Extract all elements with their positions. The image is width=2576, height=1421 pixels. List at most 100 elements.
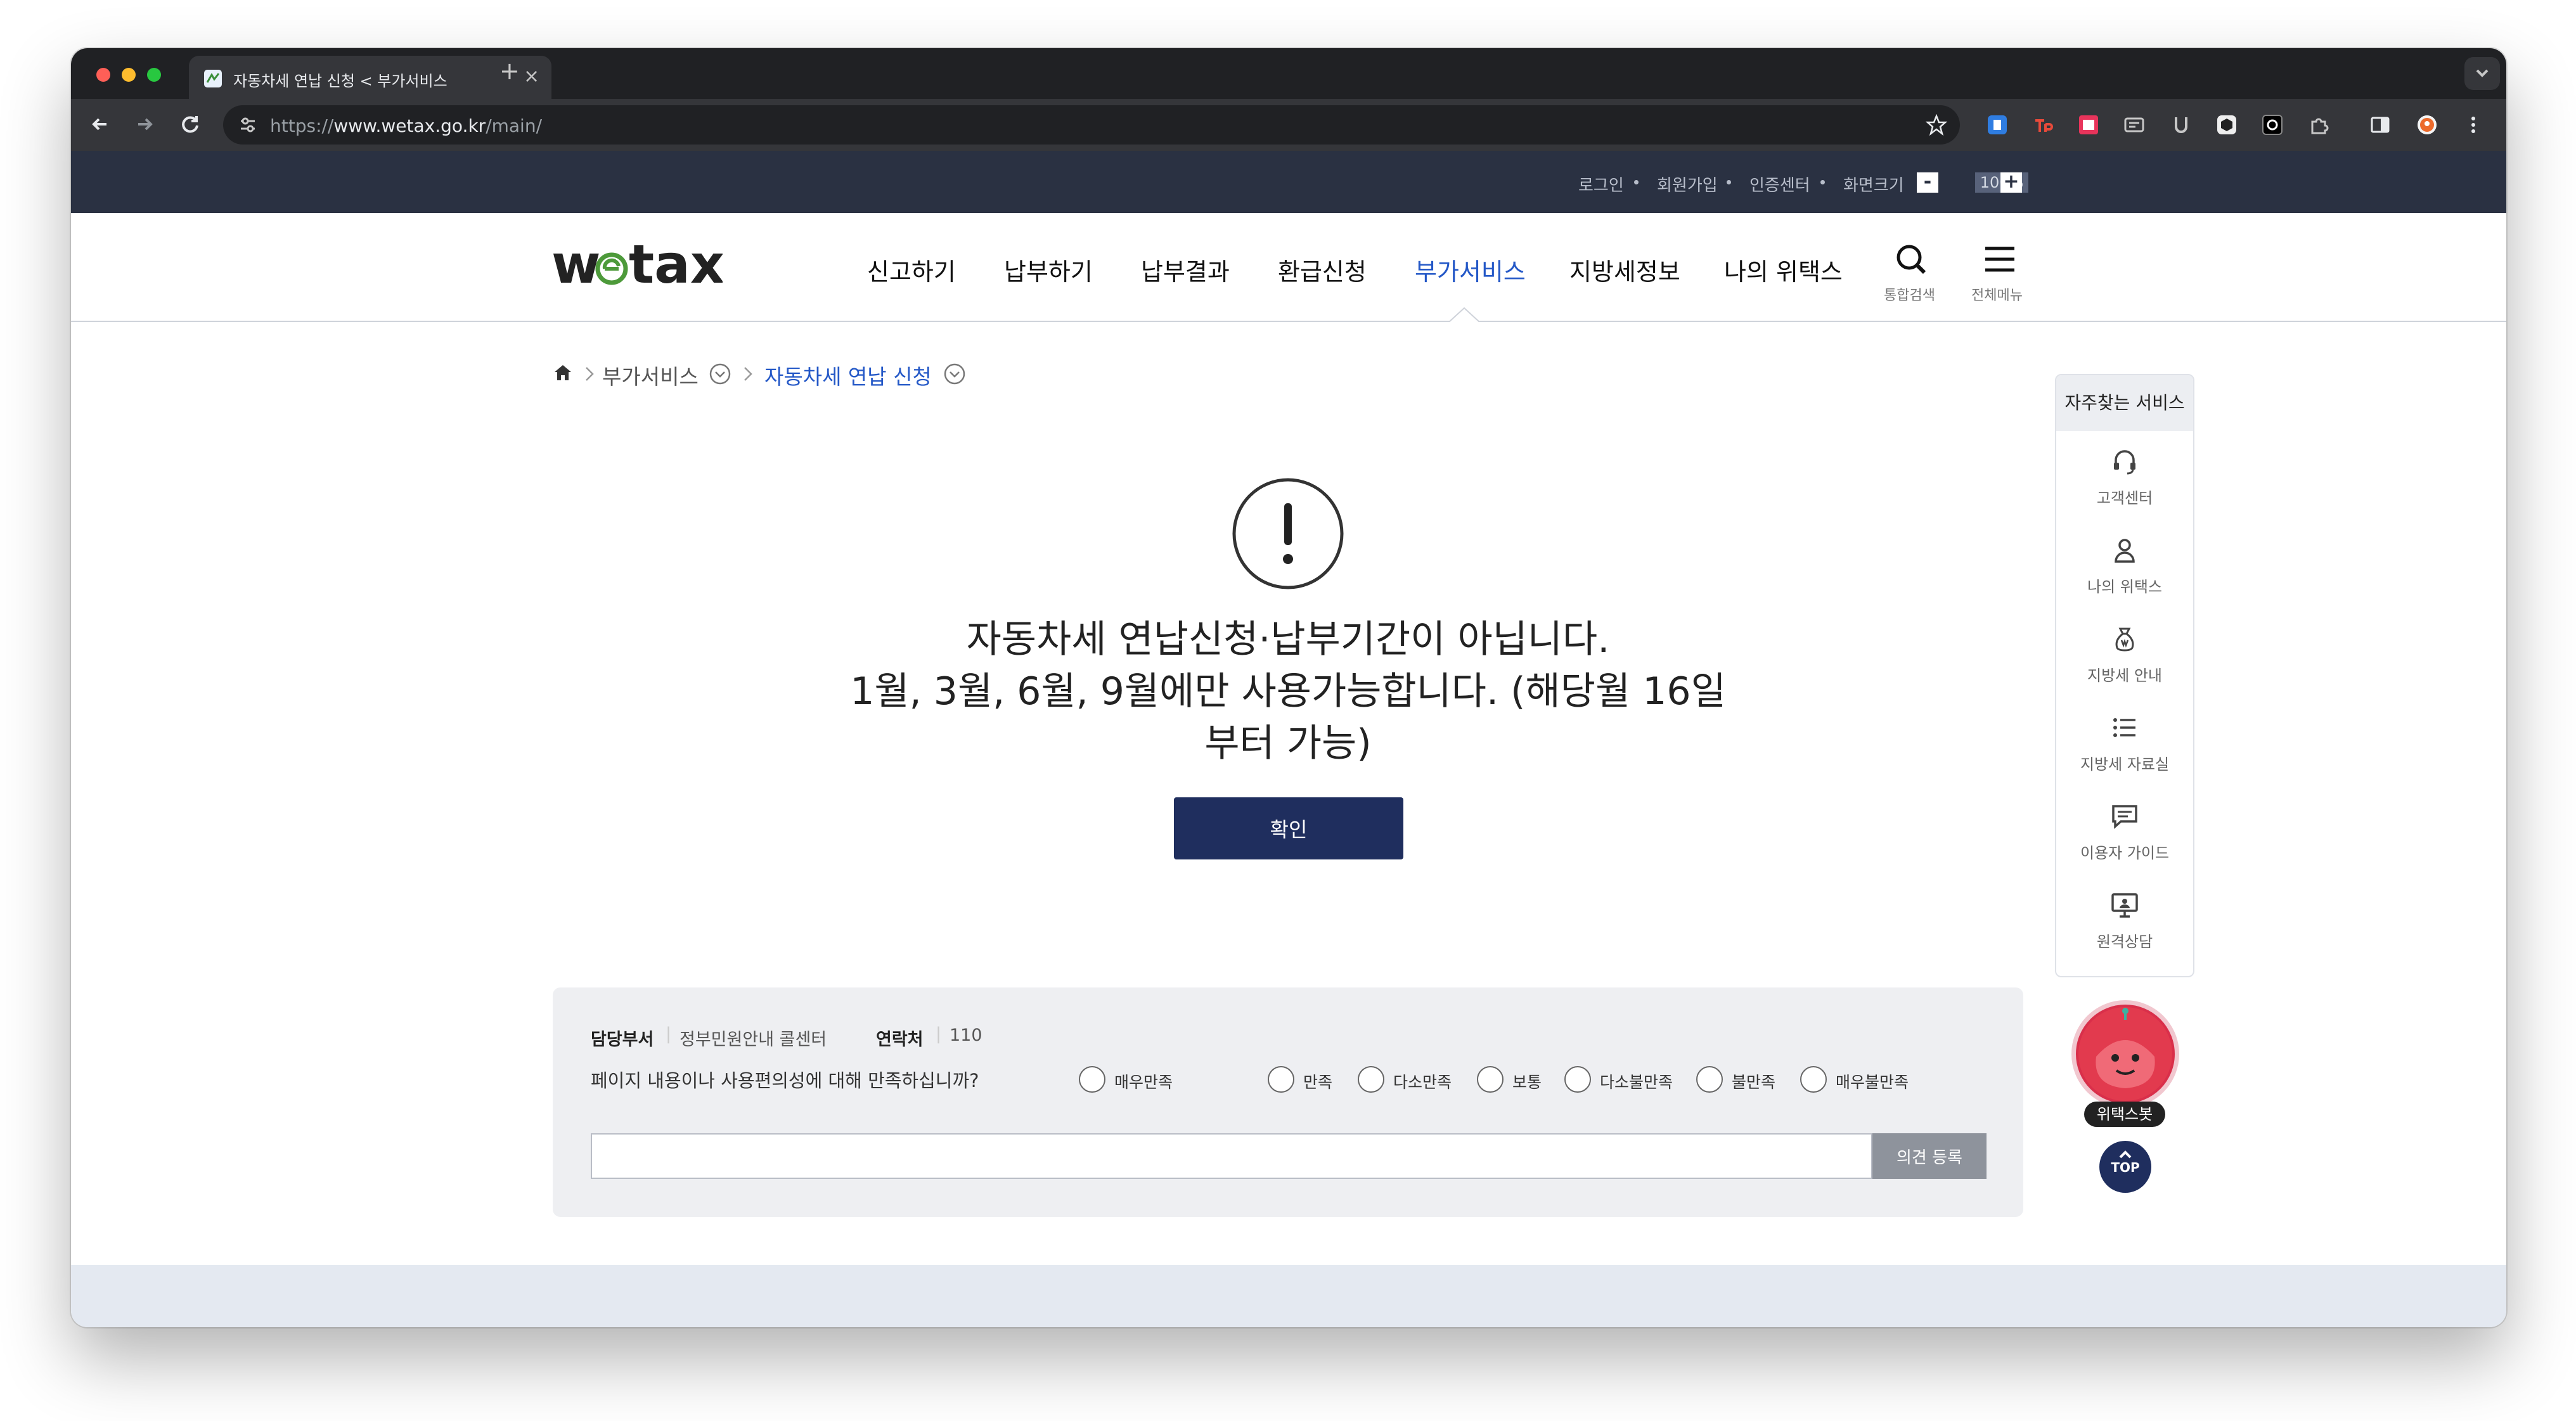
- cert-center-link[interactable]: 인증센터: [1749, 172, 1810, 196]
- radio-neutral[interactable]: [1477, 1066, 1504, 1093]
- tab-close-icon[interactable]: ×: [524, 66, 539, 87]
- breadcrumb-level2[interactable]: 자동차세 연납 신청: [764, 360, 932, 390]
- nav-item-pay[interactable]: 납부하기: [1004, 252, 1093, 287]
- satisfaction-question: 페이지 내용이나 사용편의성에 대해 만족하십니까?: [591, 1070, 979, 1091]
- separator-dot: [1634, 180, 1639, 184]
- menu-label: 전체메뉴: [1971, 288, 2023, 304]
- radio-label: 다소만족: [1393, 1073, 1452, 1091]
- browser-menu-icon[interactable]: [2467, 114, 2480, 136]
- reload-icon[interactable]: [177, 112, 203, 137]
- signup-link[interactable]: 회원가입: [1657, 172, 1718, 196]
- quick-item-label: 지방세 안내: [2087, 667, 2163, 685]
- separator-dot: [1727, 180, 1731, 184]
- quick-item-remote-consult[interactable]: 원격상담: [2056, 882, 2193, 971]
- browser-tab[interactable]: 자동차세 연납 신청 < 부가서비스 ×: [189, 56, 551, 99]
- radio-very-satisfied[interactable]: [1079, 1066, 1105, 1093]
- list-icon: [2113, 718, 2135, 737]
- quick-item-my-wetax[interactable]: 나의 위택스: [2056, 527, 2193, 616]
- close-window-button[interactable]: [96, 68, 110, 82]
- radio-label: 다소불만족: [1600, 1073, 1673, 1091]
- side-panel-icon[interactable]: [2369, 114, 2391, 136]
- breadcrumb-dropdown-icon[interactable]: [709, 363, 731, 385]
- feedback-panel: 담당부서 | 정부민원안내 콜센터 연락처 | 110 페이지 내용이나 사용편…: [553, 987, 2023, 1217]
- hamburger-menu-icon[interactable]: [1983, 243, 2017, 275]
- scroll-top-button[interactable]: TOP: [2099, 1141, 2151, 1193]
- nav-item-pay-result[interactable]: 납부결과: [1141, 252, 1230, 287]
- alert-message-line1: 자동차세 연납신청·납부기간이 아닙니다.: [966, 617, 1610, 662]
- nav-item-additional-services[interactable]: 부가서비스: [1415, 252, 1526, 287]
- quick-item-label: 이용자 가이드: [2080, 844, 2170, 862]
- bookmark-star-icon[interactable]: [1926, 114, 1947, 136]
- maximize-window-button[interactable]: [147, 68, 161, 82]
- quick-item-label: 나의 위택스: [2087, 578, 2163, 596]
- quick-item-user-guide[interactable]: 이용자 가이드: [2056, 794, 2193, 882]
- new-tab-button[interactable]: +: [499, 57, 520, 85]
- extension-card-icon[interactable]: [2123, 114, 2145, 136]
- home-icon[interactable]: [553, 363, 573, 383]
- chat-icon: [2112, 805, 2137, 829]
- alert-message-line2: 1월, 3월, 6월, 9월에만 사용가능합니다. (해당월 16일부터 가능): [850, 669, 1726, 766]
- quick-item-customer-center[interactable]: 고객센터: [2056, 439, 2193, 527]
- site-info-icon[interactable]: [237, 114, 259, 136]
- browser-window: 자동차세 연납 신청 < 부가서비스 × + https://www.wetax…: [71, 48, 2506, 1327]
- wetax-favicon-icon: [203, 68, 223, 89]
- extension-hex-icon[interactable]: [2216, 114, 2238, 136]
- extension-tp-icon[interactable]: [2032, 114, 2054, 136]
- svg-text:tax: tax: [629, 237, 723, 294]
- radio-label: 만족: [1303, 1073, 1333, 1091]
- breadcrumb-separator-icon: [583, 365, 596, 383]
- nav-item-local-tax-info[interactable]: 지방세정보: [1569, 252, 1680, 287]
- scroll-top-label: TOP: [2111, 1160, 2140, 1175]
- radio-somewhat-satisfied[interactable]: [1358, 1066, 1384, 1093]
- submit-opinion-button[interactable]: 의견 등록: [1872, 1133, 1987, 1179]
- radio-very-dissatisfied[interactable]: [1800, 1066, 1827, 1093]
- zoom-in-button[interactable]: +: [2000, 172, 2022, 193]
- quick-menu-title: 자주찾는 서비스: [2056, 375, 2193, 431]
- alert-message: 자동차세 연납신청·납부기간이 아닙니다. 1월, 3월, 6월, 9월에만 사…: [768, 614, 1808, 769]
- separator-dot: [1820, 180, 1825, 184]
- zoom-out-button[interactable]: -: [1917, 172, 1938, 193]
- wetax-logo[interactable]: w tax wetax: [551, 237, 723, 294]
- extension-np-icon[interactable]: [2078, 114, 2099, 136]
- warning-icon: [1231, 477, 1345, 591]
- confirm-button[interactable]: 확인: [1174, 797, 1403, 859]
- quick-item-label: 지방세 자료실: [2080, 756, 2170, 773]
- radio-dissatisfied[interactable]: [1696, 1066, 1723, 1093]
- tab-strip: 자동차세 연납 신청 < 부가서비스 × +: [71, 48, 2506, 99]
- tab-title: 자동차세 연납 신청 < 부가서비스: [233, 72, 448, 90]
- quick-item-local-tax-guide[interactable]: 지방세 안내: [2056, 616, 2193, 705]
- quick-item-label: 고객센터: [2096, 489, 2153, 507]
- search-icon[interactable]: [1894, 242, 1929, 278]
- back-icon[interactable]: [87, 112, 113, 137]
- nav-item-file[interactable]: 신고하기: [867, 252, 956, 287]
- quick-item-label: 원격상담: [2096, 933, 2153, 951]
- extensions-puzzle-icon[interactable]: [2309, 114, 2330, 136]
- breadcrumb-dropdown-icon[interactable]: [943, 363, 966, 385]
- radio-satisfied[interactable]: [1268, 1066, 1294, 1093]
- breadcrumb-level1[interactable]: 부가서비스: [602, 360, 699, 390]
- radio-label: 매우불만족: [1836, 1073, 1909, 1091]
- opinion-input[interactable]: [591, 1133, 1872, 1179]
- radio-label: 불만족: [1732, 1073, 1776, 1091]
- extension-u-icon[interactable]: [2170, 114, 2192, 136]
- separator: |: [666, 1024, 672, 1044]
- nav-item-refund[interactable]: 환급신청: [1278, 252, 1367, 287]
- extension-translate-icon[interactable]: [1987, 114, 2008, 136]
- quick-menu: 자주찾는 서비스 고객센터 나의 위택스 지방세 안내 지방세 자료실 이용자 …: [2055, 374, 2194, 977]
- login-link[interactable]: 로그인: [1578, 172, 1624, 196]
- url-text: https://www.wetax.go.kr/main/: [270, 115, 543, 136]
- minimize-window-button[interactable]: [122, 68, 136, 82]
- quick-item-local-tax-library[interactable]: 지방세 자료실: [2056, 705, 2193, 794]
- person-icon: [2115, 539, 2135, 563]
- tab-search-button[interactable]: [2464, 57, 2500, 90]
- dept-value: 정부민원안내 콜센터: [679, 1030, 827, 1050]
- headset-icon: [2114, 450, 2135, 475]
- main-nav: w tax wetax 신고하기 납부하기 납부결과 환급신청 부가서비스 지방…: [71, 213, 2506, 322]
- extension-openai-icon[interactable]: [2262, 114, 2283, 136]
- address-bar[interactable]: https://www.wetax.go.kr/main/: [223, 105, 1960, 145]
- profile-avatar[interactable]: [2416, 114, 2438, 136]
- radio-somewhat-dissatisfied[interactable]: [1564, 1066, 1591, 1093]
- forward-icon[interactable]: [132, 112, 157, 137]
- wetax-bot-button[interactable]: [2071, 1000, 2179, 1108]
- nav-item-my-wetax[interactable]: 나의 위택스: [1724, 252, 1843, 287]
